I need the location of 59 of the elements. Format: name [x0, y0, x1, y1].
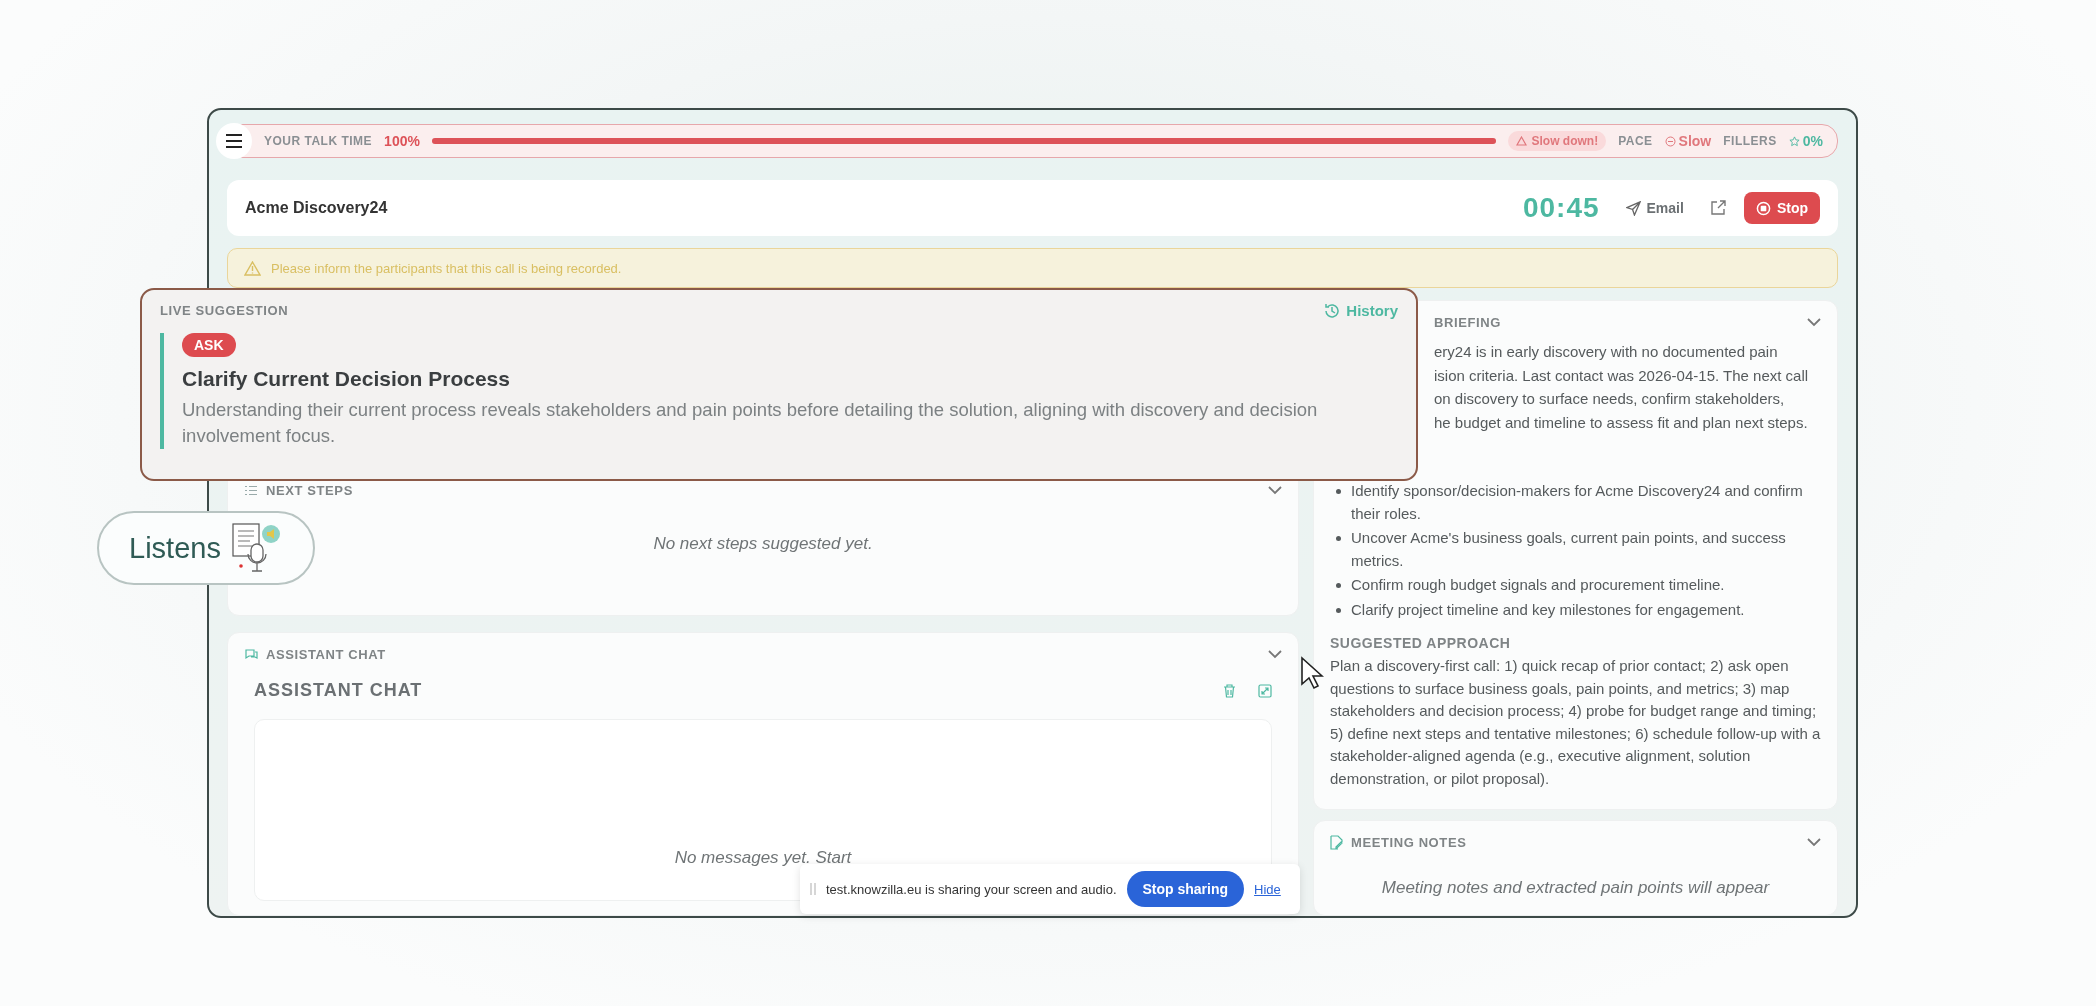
- bullet-dot-icon: [1336, 536, 1341, 541]
- briefing-text-line: he budget and timeline to assess fit and plan next steps.: [1433, 412, 1809, 433]
- briefing-bullet: Identify sponsor/decision-makers for Acme Discovery24 and confirm their roles.: [1351, 481, 1804, 524]
- panel-title: NEXT STEPS: [266, 483, 354, 498]
- chat-icon: [244, 648, 258, 661]
- warning-icon: [244, 260, 261, 276]
- bullet-dot-icon: [1336, 489, 1341, 494]
- list-icon: [244, 485, 258, 496]
- slow-down-badge: Slow down!: [1508, 131, 1607, 151]
- notice-text: Please inform the participants that this call is being recorded.: [271, 260, 622, 276]
- chevron-down-icon[interactable]: [1807, 838, 1821, 847]
- chevron-down-icon[interactable]: [1268, 650, 1282, 659]
- call-timer: 00:45: [1522, 192, 1600, 224]
- pace-label: PACE: [1618, 134, 1653, 148]
- trash-icon[interactable]: [1223, 683, 1236, 698]
- hide-link[interactable]: Hide: [1254, 881, 1281, 897]
- briefing-text-line: on discovery to surface needs, confirm stakeholders,: [1433, 389, 1786, 409]
- external-link-icon[interactable]: [1709, 200, 1726, 216]
- send-icon: [1625, 200, 1641, 216]
- empty-message: No next steps suggested yet.: [653, 534, 873, 554]
- stop-sharing-button[interactable]: Stop sharing: [1126, 871, 1245, 907]
- chevron-down-icon[interactable]: [1807, 318, 1821, 327]
- briefing-bullet: Uncover Acme's business goals, current pain points, and success metrics.: [1351, 528, 1787, 571]
- panel-title: MEETING NOTES: [1351, 835, 1468, 850]
- stop-button[interactable]: Stop: [1743, 192, 1820, 224]
- listens-label: Listens: [129, 531, 221, 565]
- chevron-down-icon[interactable]: [1268, 486, 1282, 495]
- fillers-value: 0%: [1802, 133, 1823, 149]
- minus-circle-icon: [1664, 135, 1676, 147]
- talk-time-value: 100%: [384, 133, 420, 149]
- talk-time-label: YOUR TALK TIME: [264, 134, 373, 148]
- expand-icon[interactable]: [1258, 683, 1272, 698]
- empty-message: Meeting notes and extracted pain points will appear: [1381, 878, 1770, 898]
- empty-message: No messages yet. Start: [674, 848, 852, 868]
- drag-handle-icon[interactable]: [810, 882, 816, 896]
- ask-tag: ASK: [182, 333, 236, 357]
- suggestion-title: Clarify Current Decision Process: [182, 367, 510, 391]
- menu-icon[interactable]: [216, 123, 252, 159]
- share-message: test.knowzilla.eu is sharing your screen and audio.: [826, 881, 1117, 897]
- bullet-dot-icon: [1336, 607, 1341, 613]
- section-heading: SUGGESTED APPROACH: [1330, 635, 1512, 651]
- briefing-bullet: Confirm rough budget signals and procurement timeline.: [1351, 575, 1725, 595]
- note-icon: [1330, 835, 1343, 850]
- approach-text: Plan a discovery-first call: 1) quick recap of prior contact; 2) ask open questions to surface business goals, pain points, and metrics; 3) map stakeholders and decision process; 4) probe for budget range and timing; 5) define next steps and tentative milestones; 6) schedule follow-up with a stakeholder-aligned agenda (e.g., executive alignment, solution demonstration, or pilot proposal).: [1330, 656, 1821, 789]
- star-icon: [1788, 135, 1800, 147]
- card-label: LIVE SUGGESTION: [160, 303, 290, 318]
- briefing-text-line: ision criteria. Last contact was 2026-04-15. The next call: [1433, 365, 1810, 386]
- briefing-bullet: Clarify project timeline and key milestones for engagement.: [1351, 599, 1745, 620]
- suggestion-text: Understanding their current process reveals stakeholders and pain points before detailing the solution, aligning with discovery and decision involvement focus.: [182, 398, 1319, 448]
- fillers-label: FILLERS: [1723, 134, 1777, 148]
- call-title: Acme Discovery24: [245, 199, 389, 217]
- bullet-dot-icon: [1336, 583, 1341, 588]
- briefing-text-line: ery24 is in early discovery with no documented pain: [1433, 342, 1779, 362]
- panel-title: BRIEFING: [1434, 315, 1502, 330]
- panel-title: ASSISTANT CHAT: [266, 647, 387, 662]
- history-icon: [1324, 302, 1341, 319]
- pace-value: Slow: [1678, 133, 1712, 149]
- stop-circle-icon: [1755, 200, 1771, 216]
- chat-heading: ASSISTANT CHAT: [254, 680, 424, 701]
